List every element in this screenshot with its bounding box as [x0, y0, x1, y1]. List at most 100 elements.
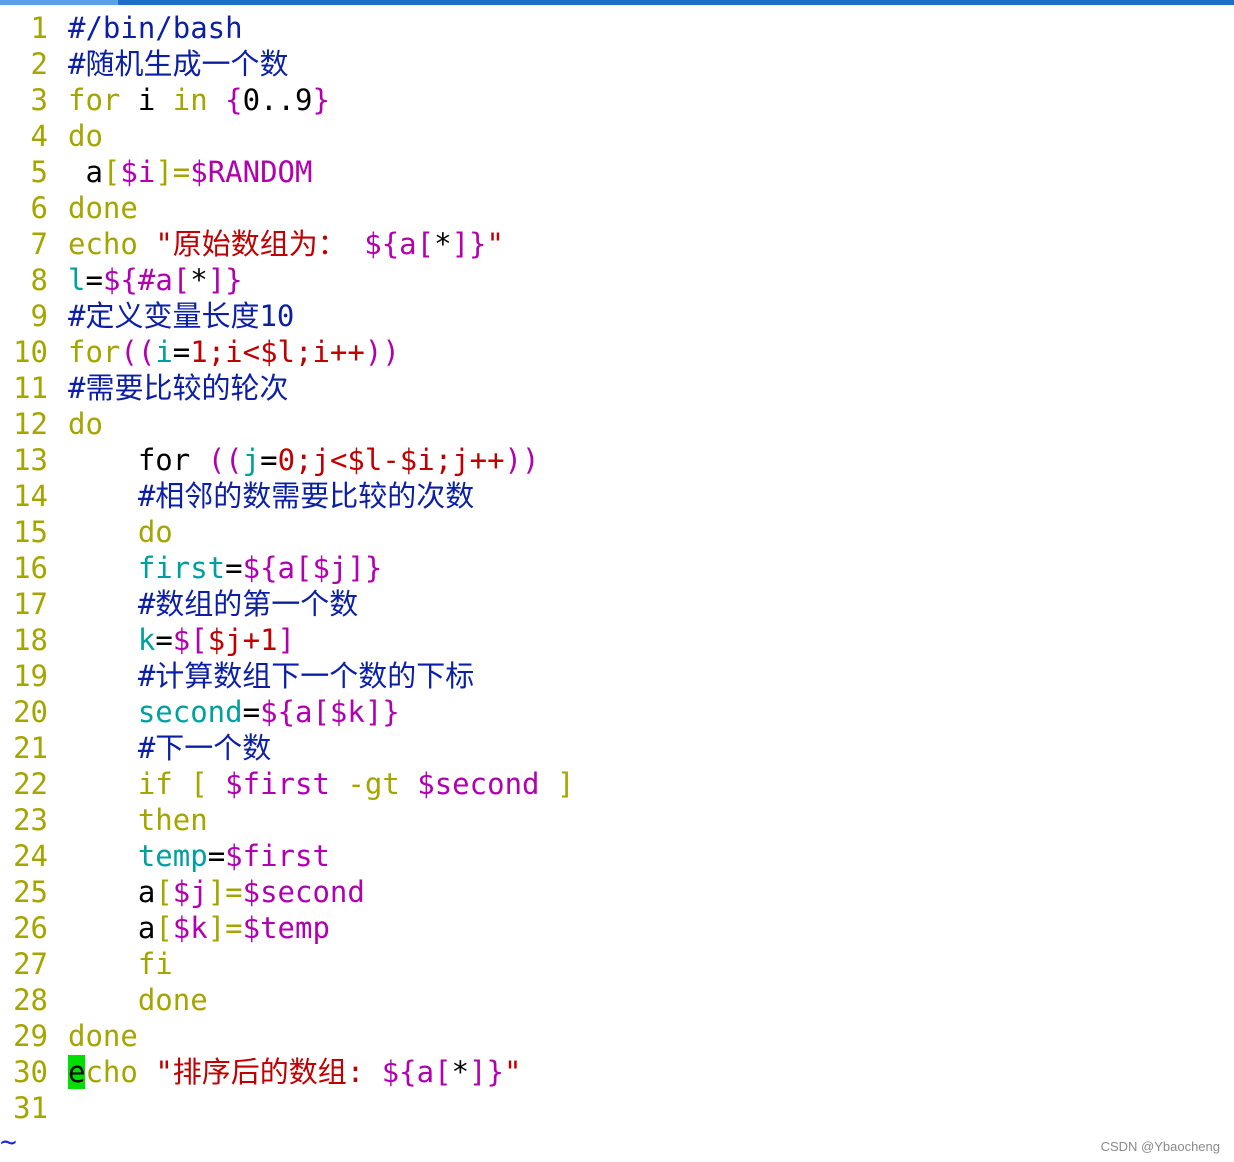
code-token-keyword: done: [137, 983, 208, 1017]
line-number: 1: [30, 11, 48, 45]
code-line[interactable]: 17 #数组的第一个数: [0, 586, 1234, 622]
line-number: 22: [13, 767, 48, 801]
code-line[interactable]: 4 do: [0, 118, 1234, 154]
line-number: 23: [13, 803, 48, 837]
line-number: 13: [13, 443, 48, 477]
code-token-assign-name: l: [68, 263, 86, 297]
code-line[interactable]: 29 done: [0, 1018, 1234, 1054]
code-line[interactable]: 9 #定义变量长度10: [0, 298, 1234, 334]
code-token-plain: =: [260, 443, 278, 477]
code-token-plain: *: [451, 1055, 470, 1089]
vim-editor[interactable]: 1 #/bin/bash 2 #随机生成一个数 3 for i in {0..9} 4 do 5…: [0, 0, 1234, 1162]
code-line[interactable]: 2 #随机生成一个数: [0, 46, 1234, 82]
code-line[interactable]: 15 do: [0, 514, 1234, 550]
code-line[interactable]: 25 a[$j]=$second: [0, 874, 1234, 910]
line-number: 19: [13, 659, 48, 693]
code-token-string: ": [486, 227, 504, 261]
code-line[interactable]: 14 #相邻的数需要比较的次数: [0, 478, 1234, 514]
code-token-plain: =: [207, 839, 226, 873]
code-token-variable: ]}: [207, 263, 243, 297]
code-line[interactable]: 10 for((i=1;i<$l;i++)): [0, 334, 1234, 370]
code-token-keyword: ]: [556, 767, 575, 801]
code-token-variable: )): [364, 335, 400, 369]
code-token-plain: a: [137, 875, 156, 909]
code-line[interactable]: 11 #需要比较的轮次: [0, 370, 1234, 406]
code-token-variable: ${a[$j]}: [242, 551, 383, 585]
watermark: CSDN @Ybaocheng: [1100, 1139, 1220, 1154]
code-token-variable: {: [225, 83, 243, 117]
code-token-plain: =: [225, 551, 243, 585]
code-line[interactable]: 13 for ((j=0;j<$l-$i;j++)): [0, 442, 1234, 478]
code-token-keyword: in: [172, 83, 208, 117]
code-line[interactable]: 5 a[$i]=$RANDOM: [0, 154, 1234, 190]
code-line[interactable]: 18 k=$[$j+1]: [0, 622, 1234, 658]
line-number: 6: [30, 191, 48, 225]
code-token-number: 0;j<$l-$i;j++: [277, 443, 505, 477]
code-token-comment: #计算数组下一个数的下标: [137, 659, 475, 693]
code-token-variable: ((: [120, 335, 156, 369]
code-token-assign-name: first: [137, 551, 226, 585]
line-number: 15: [13, 515, 48, 549]
code-token-plain: =: [155, 623, 173, 657]
code-token-keyword: cho: [85, 1055, 138, 1089]
active-tab-indicator: [0, 0, 118, 5]
code-token-keyword: for: [68, 335, 121, 369]
code-token-variable: $second: [242, 875, 365, 909]
code-token-plain: 0..9: [242, 83, 313, 117]
code-line[interactable]: 21 #下一个数: [0, 730, 1234, 766]
code-line[interactable]: 3 for i in {0..9}: [0, 82, 1234, 118]
line-number: 31: [13, 1091, 48, 1125]
code-line[interactable]: 16 first=${a[$j]}: [0, 550, 1234, 586]
code-token-variable: ${a[: [381, 1055, 452, 1089]
code-line[interactable]: 19 #计算数组下一个数的下标: [0, 658, 1234, 694]
code-token-number: 1;i<$l;i++: [190, 335, 365, 369]
code-line[interactable]: 28 done: [0, 982, 1234, 1018]
line-number: 26: [13, 911, 48, 945]
code-line[interactable]: 7 echo "原始数组为： ${a[*]}": [0, 226, 1234, 262]
line-number: 21: [13, 731, 48, 765]
code-area[interactable]: 1 #/bin/bash 2 #随机生成一个数 3 for i in {0..9} 4 do 5…: [0, 10, 1234, 1126]
code-line[interactable]: 27 fi: [0, 946, 1234, 982]
code-line[interactable]: 26 a[$k]=$temp: [0, 910, 1234, 946]
line-number: 3: [30, 83, 48, 117]
line-number: 27: [13, 947, 48, 981]
code-line[interactable]: 22 if [ $first -gt $second ]: [0, 766, 1234, 802]
code-token-comment: #数组的第一个数: [137, 587, 359, 621]
code-token-comment: #相邻的数需要比较的次数: [137, 479, 475, 513]
code-token-plain: =: [85, 263, 103, 297]
code-line[interactable]: 8 l=${#a[*]}: [0, 262, 1234, 298]
code-line[interactable]: 23 then: [0, 802, 1234, 838]
code-line[interactable]: 24 temp=$first: [0, 838, 1234, 874]
line-number: 20: [13, 695, 48, 729]
code-token-variable: $RANDOM: [190, 155, 313, 189]
code-line[interactable]: 6 done: [0, 190, 1234, 226]
code-line[interactable]: 30 echo "排序后的数组: ${a[*]}": [0, 1054, 1234, 1090]
code-token-comment: #定义变量长度10: [68, 299, 295, 333]
code-line[interactable]: 1 #/bin/bash: [0, 10, 1234, 46]
code-token-comment: #随机生成一个数: [68, 47, 289, 81]
code-token-keyword: [: [102, 155, 121, 189]
code-token-comment: #需要比较的轮次: [68, 371, 289, 405]
code-line[interactable]: 31: [0, 1090, 1234, 1126]
code-token-plain: =: [242, 695, 261, 729]
code-line[interactable]: 20 second=${a[$k]}: [0, 694, 1234, 730]
code-token-variable: $j: [172, 875, 208, 909]
line-number: 12: [13, 407, 48, 441]
code-token-variable: ${a[$k]}: [260, 695, 400, 729]
line-number: 30: [13, 1055, 48, 1089]
code-token-variable: $second: [417, 767, 540, 801]
code-line[interactable]: 12 do: [0, 406, 1234, 442]
